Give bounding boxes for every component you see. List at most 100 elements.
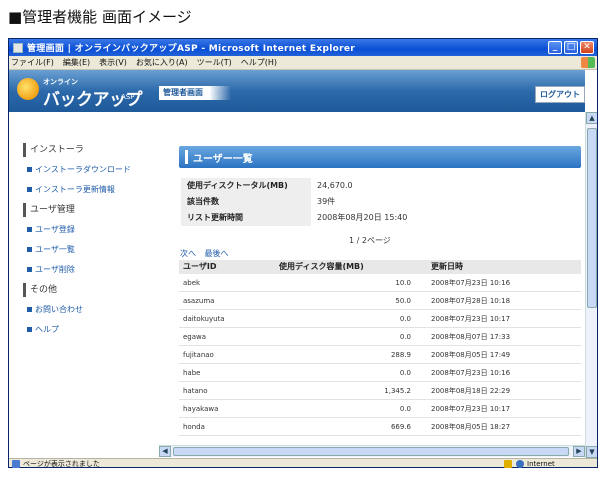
sidebar-link-user-register[interactable]: ユーザ登録 [23, 223, 153, 237]
summary-value: 2008年08月20日 15:40 [317, 213, 408, 222]
summary-row: 使用ディスクトータル(MB) 24,670.0 [181, 178, 407, 194]
menu-file[interactable]: ファイル(F) [11, 57, 54, 68]
section-header: ユーザー一覧 [179, 146, 581, 168]
minimize-button[interactable]: _ [548, 41, 562, 54]
vertical-scrollbar[interactable]: ▲ ▼ [585, 112, 597, 458]
summary-value: 39件 [317, 197, 336, 206]
cell-user-id: asazuma [183, 297, 215, 305]
sidebar-heading-user-management: ユーザ管理 [23, 203, 153, 217]
cell-disk-usage: 1,345.2 [384, 387, 411, 395]
scroll-thumb[interactable] [173, 447, 569, 456]
sidebar-link-user-list[interactable]: ユーザ一覧 [23, 243, 153, 257]
sidebar: インストーラ インストーラダウンロード インストーラ更新情報 ユーザ管理 ユーザ… [23, 143, 153, 343]
column-header-updated[interactable]: 更新日時 [421, 260, 581, 274]
title-bar: 管理画面 | オンラインバックアップASP - Microsoft Intern… [9, 39, 597, 56]
page-title: ユーザー一覧 [193, 154, 253, 165]
column-header-user-id[interactable]: ユーザID [179, 260, 263, 274]
bullet-icon [27, 247, 32, 252]
scroll-down-icon[interactable]: ▼ [586, 446, 597, 458]
bullet-icon [27, 307, 32, 312]
sidebar-heading-installer: インストーラ [23, 143, 153, 157]
maximize-button[interactable]: □ [564, 41, 578, 54]
admin-screen-label: 管理者画面 [159, 86, 231, 100]
cell-updated: 2008年08月18日 22:29 [431, 387, 511, 395]
summary-value: 24,670.0 [317, 181, 353, 190]
cell-user-id: daitokuyuta [183, 315, 225, 323]
cell-disk-usage: 0.0 [399, 405, 411, 413]
menu-help[interactable]: ヘルプ(H) [241, 57, 277, 68]
page-icon [12, 459, 20, 468]
cell-disk-usage: 0.0 [399, 333, 411, 341]
sidebar-link-help[interactable]: ヘルプ [23, 323, 153, 337]
cell-disk-usage: 0.0 [399, 369, 411, 377]
table-row: hatano 1,345.2 2008年08月18日 22:29 [179, 382, 581, 400]
menu-view[interactable]: 表示(V) [99, 57, 127, 68]
cell-updated: 2008年07月23日 10:17 [431, 405, 511, 413]
scroll-left-icon[interactable]: ◀ [159, 446, 171, 457]
menu-edit[interactable]: 編集(E) [63, 57, 90, 68]
page-viewport: オンライン バックアップ ASP 管理者画面 ログアウト ▲ ▼ インストーラ … [9, 70, 597, 458]
table-row: honda 669.6 2008年08月05日 18:27 [179, 418, 581, 436]
cell-updated: 2008年07月28日 10:18 [431, 297, 511, 305]
cell-updated: 2008年07月23日 10:16 [431, 279, 511, 287]
menu-bar: ファイル(F) 編集(E) 表示(V) お気に入り(A) ツール(T) ヘルプ(… [9, 56, 597, 70]
scroll-right-icon[interactable]: ▶ [573, 446, 585, 457]
browser-window: 管理画面 | オンラインバックアップASP - Microsoft Intern… [8, 38, 598, 468]
cell-disk-usage: 50.0 [395, 297, 411, 305]
summary-label: 該当件数 [181, 194, 311, 210]
summary-row: リスト更新時間 2008年08月20日 15:40 [181, 210, 407, 226]
menu-favorites[interactable]: お気に入り(A) [136, 57, 188, 68]
app-header: オンライン バックアップ ASP 管理者画面 ログアウト [9, 70, 585, 112]
summary-label: リスト更新時間 [181, 210, 311, 226]
status-bar: ページが表示されました Internet [9, 458, 597, 468]
cell-user-id: habe [183, 369, 201, 377]
horizontal-scrollbar[interactable]: ◀ ▶ [159, 445, 585, 457]
bullet-icon [27, 227, 32, 232]
scroll-thumb[interactable] [587, 128, 597, 308]
cell-user-id: honda [183, 423, 205, 431]
summary-row: 該当件数 39件 [181, 194, 407, 210]
cell-updated: 2008年08月07日 17:33 [431, 333, 511, 341]
table-row: habe 0.0 2008年07月23日 10:16 [179, 364, 581, 382]
cell-disk-usage: 669.6 [390, 423, 411, 431]
cell-updated: 2008年07月23日 10:17 [431, 315, 511, 323]
cell-disk-usage: 10.0 [395, 279, 411, 287]
security-zone: Internet [527, 459, 555, 468]
globe-icon [516, 459, 524, 468]
table-row: hayakawa 0.0 2008年07月23日 10:17 [179, 400, 581, 418]
status-text: ページが表示されました [23, 459, 100, 468]
cell-updated: 2008年08月05日 18:27 [431, 423, 511, 431]
bullet-icon [27, 327, 32, 332]
ie-icon [13, 42, 23, 53]
sidebar-link-installer-download[interactable]: インストーラダウンロード [23, 163, 153, 177]
table-header: ユーザID 使用ディスク容量(MB) 更新日時 [179, 260, 581, 274]
sidebar-link-user-delete[interactable]: ユーザ削除 [23, 263, 153, 277]
logout-button[interactable]: ログアウト [535, 86, 585, 103]
table-row: fujitanao 288.9 2008年08月05日 17:49 [179, 346, 581, 364]
cell-user-id: hayakawa [183, 405, 219, 413]
cell-user-id: fujitanao [183, 351, 214, 359]
menu-tools[interactable]: ツール(T) [197, 57, 232, 68]
logo-icon [17, 78, 39, 100]
bullet-icon [27, 187, 32, 192]
page-indicator: 1 / 2ページ [349, 236, 391, 245]
sidebar-link-installer-updates[interactable]: インストーラ更新情報 [23, 183, 153, 197]
lock-icon [504, 459, 512, 468]
next-page-link[interactable]: 次へ [180, 249, 196, 258]
column-header-disk-usage[interactable]: 使用ディスク容量(MB) [263, 260, 421, 274]
last-page-link[interactable]: 最後へ [205, 249, 229, 258]
windows-logo-icon [581, 57, 595, 68]
sidebar-link-contact[interactable]: お問い合わせ [23, 303, 153, 317]
cell-disk-usage: 288.9 [390, 351, 411, 359]
summary-label: 使用ディスクトータル(MB) [181, 178, 311, 194]
page-caption: ■管理者機能 画面イメージ [8, 8, 192, 26]
cell-user-id: egawa [183, 333, 207, 341]
summary-table: 使用ディスクトータル(MB) 24,670.0 該当件数 39件 リスト更新時間… [181, 178, 407, 226]
cell-disk-usage: 0.0 [399, 315, 411, 323]
cell-updated: 2008年07月23日 10:16 [431, 369, 511, 377]
bullet-icon [27, 267, 32, 272]
cell-user-id: abek [183, 279, 201, 287]
scroll-up-icon[interactable]: ▲ [586, 112, 597, 124]
close-button[interactable]: ✕ [580, 41, 594, 54]
pager: 次へ 最後へ [180, 248, 235, 259]
